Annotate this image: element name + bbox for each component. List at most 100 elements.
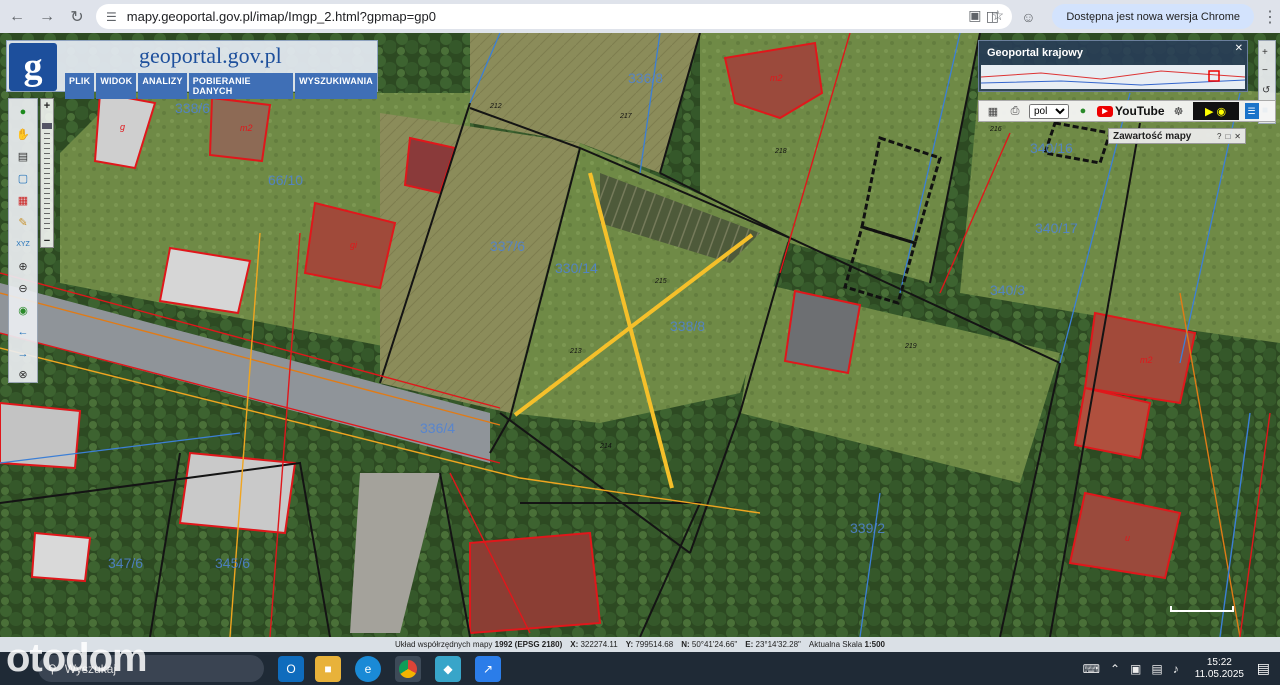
zoom-in-icon[interactable]: ⊕ (14, 257, 32, 275)
elevation-label: 213 (569, 348, 582, 355)
parcel-label[interactable]: 336/8 (628, 70, 663, 86)
zoom-ticks (44, 133, 50, 229)
menu-pobieranie-danych[interactable]: POBIERANIE DANYCH (188, 73, 294, 99)
main-menu: PLIK WIDOK ANALIZY POBIERANIE DANYCH WYS… (65, 73, 377, 99)
clock-date: 11.05.2025 (1194, 668, 1244, 680)
clear-icon[interactable]: ⊗ (14, 365, 32, 383)
parcel-label[interactable]: 345/6 (215, 555, 250, 571)
tray-chevron-icon[interactable]: ⌃ (1110, 662, 1120, 676)
accessibility-icon[interactable]: ☸ (1171, 105, 1187, 118)
coordinates-icon[interactable]: XYZ (14, 235, 32, 253)
network-icon[interactable]: ▤ (1151, 662, 1162, 676)
chrome-icon[interactable] (395, 656, 421, 682)
map-content-help-icon[interactable]: ? (1217, 132, 1221, 141)
taskbar-clock[interactable]: 15:22 11.05.2025 (1195, 657, 1244, 681)
profile-icon[interactable]: ☺ (1016, 5, 1040, 29)
elevation-label: 217 (619, 113, 633, 120)
volume-icon[interactable]: ♪ (1173, 662, 1179, 676)
app-chart-icon[interactable]: ↗ (475, 656, 501, 682)
map-canvas[interactable]: m2 gi g m2 m2 u 66/10 338/6 339/2 340/16… (0, 33, 1280, 637)
parcel-label[interactable]: 338/6 (175, 100, 210, 116)
camera-icon[interactable]: ▣ (1130, 662, 1141, 676)
zoom-thumb[interactable] (42, 123, 52, 129)
coordinates-status-bar: Układ współrzędnych mapy 1992 (EPSG 2180… (0, 637, 1280, 652)
parcel-label[interactable]: 338/8 (670, 318, 705, 334)
otodom-watermark: otodom (6, 636, 148, 680)
measure-icon[interactable]: ▦ (14, 191, 32, 209)
parcel-label[interactable]: 337/6 (490, 238, 525, 254)
file-explorer-icon[interactable]: ■ (315, 656, 341, 682)
menu-wyszukiwania[interactable]: WYSZUKIWANIA (295, 73, 377, 99)
print-icon[interactable]: ⎙ (1007, 105, 1023, 118)
outlook-icon[interactable]: O (278, 656, 304, 682)
contrast-eye-icon[interactable]: ▶ ◉ (1192, 102, 1239, 120)
geoportal-header: g geoportal.gov.pl PLIK WIDOK ANALIZY PO… (6, 40, 378, 99)
menu-plik[interactable]: PLIK (65, 73, 95, 99)
windows-taskbar: ⚲ Wyszukaj O ■ e ◆ ↗ ⌨ ⌃ ▣ ▤ ♪ 15:22 11.… (0, 652, 1280, 685)
parcel-label[interactable]: 340/17 (1035, 220, 1078, 236)
building (783, 289, 862, 375)
clock-time: 15:22 (1206, 656, 1232, 668)
elevation-label: 216 (989, 126, 1002, 133)
youtube-label: YouTube (1115, 104, 1165, 118)
elevation-label: 212 (489, 103, 502, 110)
zoom-minus-icon[interactable]: − (41, 235, 53, 247)
browser-toolbar: ← → ↻ ☰ mapy.geoportal.gov.pl/imap/Imgp_… (0, 0, 1280, 33)
map-content-minimize-icon[interactable]: □ (1225, 132, 1230, 141)
menu-analizy[interactable]: ANALIZY (138, 73, 187, 99)
building (30, 531, 92, 583)
overview-minimap[interactable] (980, 65, 1246, 89)
elevation-label: 218 (774, 148, 787, 155)
zoom-slider[interactable]: + − (40, 98, 54, 248)
screen: ← → ↻ ☰ mapy.geoportal.gov.pl/imap/Imgp_… (0, 0, 1280, 685)
y-coordinate: Y: 799514.68 (625, 640, 674, 649)
minus-icon[interactable]: − (1262, 65, 1268, 76)
x-coordinate: X: 322274.11 (570, 640, 618, 649)
pan-hand-icon[interactable]: ✋ (14, 125, 32, 143)
orthophoto-map[interactable]: m2gig m2m2u 66/10338/6339/2340/16340/173… (0, 33, 1280, 637)
youtube-link[interactable]: ▶ YouTube (1097, 104, 1165, 118)
previous-view-icon[interactable]: ← (14, 323, 32, 341)
help-icon[interactable]: ● (1075, 105, 1091, 117)
keyboard-icon[interactable]: ⌨ (1083, 662, 1100, 676)
notifications-icon[interactable]: ▤ (1257, 660, 1270, 677)
parcel-label[interactable]: 340/16 (1030, 140, 1073, 156)
site-info-icon[interactable]: ☰ (106, 10, 117, 24)
language-select[interactable]: pol (1029, 103, 1069, 119)
menu-kebab-icon[interactable]: ⋮ (1260, 7, 1280, 27)
extensions-icon[interactable]: ◫ (980, 5, 1004, 29)
zoom-out-icon[interactable]: ⊖ (14, 279, 32, 297)
parcel-label[interactable]: 347/6 (108, 555, 143, 571)
elevation-label: 215 (654, 278, 667, 285)
select-area-icon[interactable]: ▢ (14, 169, 32, 187)
parcel-label[interactable]: 330/14 (555, 260, 598, 276)
parcel-label[interactable]: 340/3 (990, 282, 1025, 298)
geoportal-logo[interactable]: g (9, 43, 57, 91)
calculator-icon[interactable]: ▦ (985, 105, 1001, 118)
parcel-label[interactable]: 339/2 (850, 520, 885, 536)
edge-icon[interactable]: e (355, 656, 381, 682)
info-icon[interactable]: ● (14, 103, 32, 121)
hamburger-icon[interactable]: ☰ (1244, 103, 1259, 119)
overview-close-icon[interactable]: ✕ (1235, 43, 1243, 54)
map-content-panel[interactable]: Zawartość mapy ? □ ✕ (1108, 128, 1246, 144)
reset-icon[interactable]: ↺ (1262, 85, 1270, 96)
app-diamond-icon[interactable]: ◆ (435, 656, 461, 682)
map-content-close-icon[interactable]: ✕ (1234, 132, 1241, 141)
back-icon[interactable]: ← (4, 4, 30, 30)
draw-pencil-icon[interactable]: ✎ (14, 213, 32, 231)
menu-widok[interactable]: WIDOK (96, 73, 137, 99)
plus-icon[interactable]: + (1262, 47, 1268, 58)
layers-icon[interactable]: ▤ (14, 147, 32, 165)
reload-icon[interactable]: ↻ (64, 4, 90, 30)
forward-icon[interactable]: → (34, 4, 60, 30)
next-view-icon[interactable]: → (14, 345, 32, 363)
zoom-plus-icon[interactable]: + (41, 100, 53, 112)
update-chrome-button[interactable]: Dostępna jest nowa wersja Chrome (1052, 4, 1254, 29)
parcel-label[interactable]: 66/10 (268, 172, 303, 188)
elevation-label: 219 (904, 343, 917, 350)
parcel-label[interactable]: 336/4 (420, 420, 455, 436)
globe-icon[interactable]: ◉ (14, 301, 32, 319)
address-bar[interactable]: ☰ mapy.geoportal.gov.pl/imap/Imgp_2.html… (96, 4, 1012, 29)
building-code: u (1125, 533, 1130, 543)
